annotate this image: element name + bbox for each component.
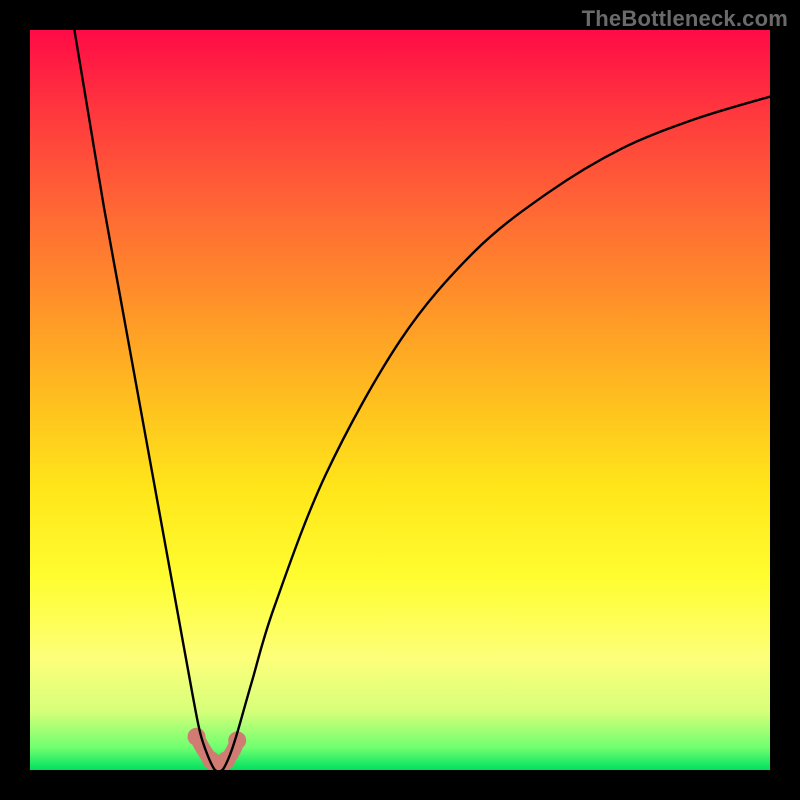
bottleneck-curve: [74, 30, 770, 772]
watermark-text: TheBottleneck.com: [582, 6, 788, 32]
chart-frame: TheBottleneck.com: [0, 0, 800, 800]
chart-svg: [30, 30, 770, 770]
plot-area: [30, 30, 770, 770]
